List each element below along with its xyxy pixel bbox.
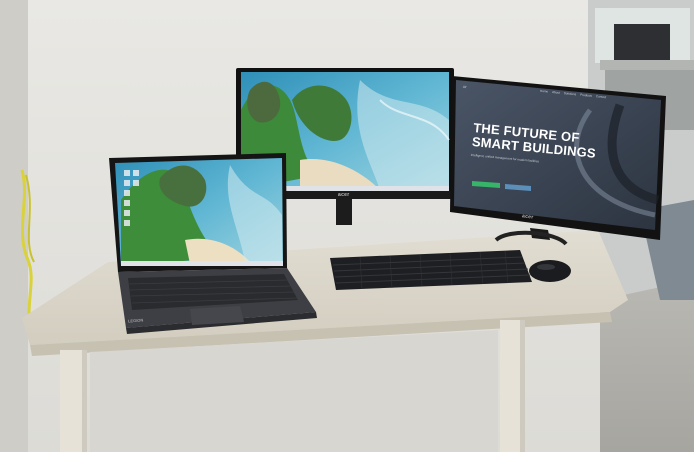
scene-drawing	[0, 0, 694, 452]
nav-contact: Contact	[595, 94, 607, 100]
laptop-brand: LEGION	[127, 317, 144, 324]
nav-home: Home	[539, 88, 549, 94]
center-monitor-brand: acer	[338, 192, 350, 198]
right-monitor-brand: acer	[521, 213, 534, 221]
site-logo: ////	[462, 84, 467, 90]
nav-about: About	[551, 89, 561, 95]
office-desk-photo: //// Home About Solutions Products Conta…	[0, 0, 694, 452]
